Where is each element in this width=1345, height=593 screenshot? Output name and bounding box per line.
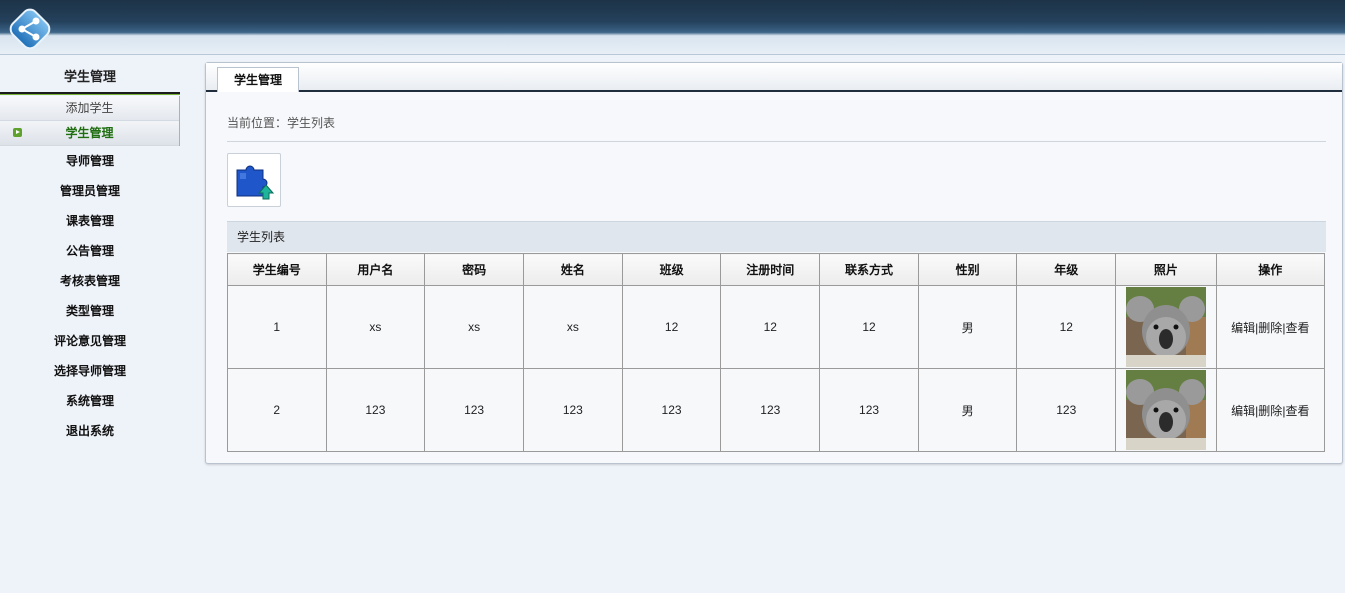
list-title: 学生列表 [227,221,1326,252]
cell-register-time: 12 [720,285,821,369]
top-header [0,0,1345,55]
edit-link[interactable]: 编辑 [1231,404,1255,418]
col-photo: 照片 [1115,253,1217,286]
sidebar-item-tutor[interactable]: 导师管理 [0,146,180,176]
tab-student-manage[interactable]: 学生管理 [217,67,299,92]
cell-name: xs [522,285,623,369]
cell-student-id: 2 [227,368,327,452]
cell-contact: 123 [819,368,919,452]
col-grade: 年级 [1016,253,1117,286]
sidebar-item-add-student[interactable]: 添加学生 [0,96,179,121]
cell-name: 123 [522,368,623,452]
sidebar-item-type[interactable]: 类型管理 [0,296,180,326]
table-header-row: 学生编号 用户名 密码 姓名 班级 注册时间 联系方式 性别 年级 照片 操作 [227,253,1326,286]
tab-bar: 学生管理 [206,63,1342,92]
table-row: 2 123 123 123 123 123 123 男 123 编辑|删除|查看 [227,368,1326,452]
cell-actions: 编辑|删除|查看 [1215,368,1326,452]
cell-photo [1115,368,1217,452]
breadcrumb: 当前位置：学生列表 [227,116,336,130]
koala-photo [1125,287,1206,367]
cell-password: 123 [424,368,524,452]
cell-password: xs [424,285,524,369]
cell-register-time: 123 [720,368,821,452]
col-name: 姓名 [522,253,623,286]
col-student-id: 学生编号 [227,253,327,286]
edit-link[interactable]: 编辑 [1231,321,1255,335]
sidebar-item-label: 学生管理 [65,126,114,140]
sidebar-section-title[interactable]: 学生管理 [0,62,180,95]
koala-photo [1125,370,1206,450]
cell-grade: 12 [1016,285,1117,369]
cell-gender: 男 [917,368,1018,452]
cell-gender: 男 [917,285,1018,369]
cell-photo [1115,285,1217,369]
col-username: 用户名 [325,253,426,286]
cell-username: xs [325,285,426,369]
col-register-time: 注册时间 [720,253,821,286]
cell-class: 12 [621,285,722,369]
import-button[interactable] [227,153,281,207]
cell-student-id: 1 [227,285,327,369]
sidebar-submenu: 添加学生 学生管理 [0,96,180,146]
divider [227,141,1326,142]
sidebar-item-notice[interactable]: 公告管理 [0,236,180,266]
sidebar: 学生管理 添加学生 学生管理 导师管理 管理员管理 课表管理 公告管理 考核表管… [0,62,180,446]
sidebar-item-system[interactable]: 系统管理 [0,386,180,416]
sidebar-item-choose-tutor[interactable]: 选择导师管理 [0,356,180,386]
cell-username: 123 [325,368,426,452]
table-row: 1 xs xs xs 12 12 12 男 12 编辑|删除|查看 [227,285,1326,369]
cell-actions: 编辑|删除|查看 [1215,285,1326,369]
sidebar-item-schedule[interactable]: 课表管理 [0,206,180,236]
cell-class: 123 [621,368,722,452]
sidebar-item-assessment[interactable]: 考核表管理 [0,266,180,296]
delete-link[interactable]: 删除 [1258,321,1282,335]
sidebar-item-admin[interactable]: 管理员管理 [0,176,180,206]
main-panel: 学生管理 当前位置：学生列表 学生列表 学生编号 用户名 密码 姓名 班级 注册… [205,62,1343,464]
col-gender: 性别 [917,253,1018,286]
student-table: 学生编号 用户名 密码 姓名 班级 注册时间 联系方式 性别 年级 照片 操作 … [227,253,1326,452]
sidebar-item-student-manage[interactable]: 学生管理 [0,121,179,146]
view-link[interactable]: 查看 [1285,321,1309,335]
cell-contact: 12 [819,285,919,369]
col-class: 班级 [621,253,722,286]
cell-grade: 123 [1016,368,1117,452]
arrow-right-icon [13,128,22,137]
view-link[interactable]: 查看 [1285,404,1309,418]
sidebar-item-logout[interactable]: 退出系统 [0,416,180,446]
sidebar-item-label: 添加学生 [65,101,114,115]
col-actions: 操作 [1215,253,1326,286]
col-contact: 联系方式 [819,253,919,286]
sidebar-item-comment[interactable]: 评论意见管理 [0,326,180,356]
share-logo-icon [9,8,51,50]
puzzle-upload-icon [236,165,275,200]
col-password: 密码 [424,253,524,286]
delete-link[interactable]: 删除 [1258,404,1282,418]
